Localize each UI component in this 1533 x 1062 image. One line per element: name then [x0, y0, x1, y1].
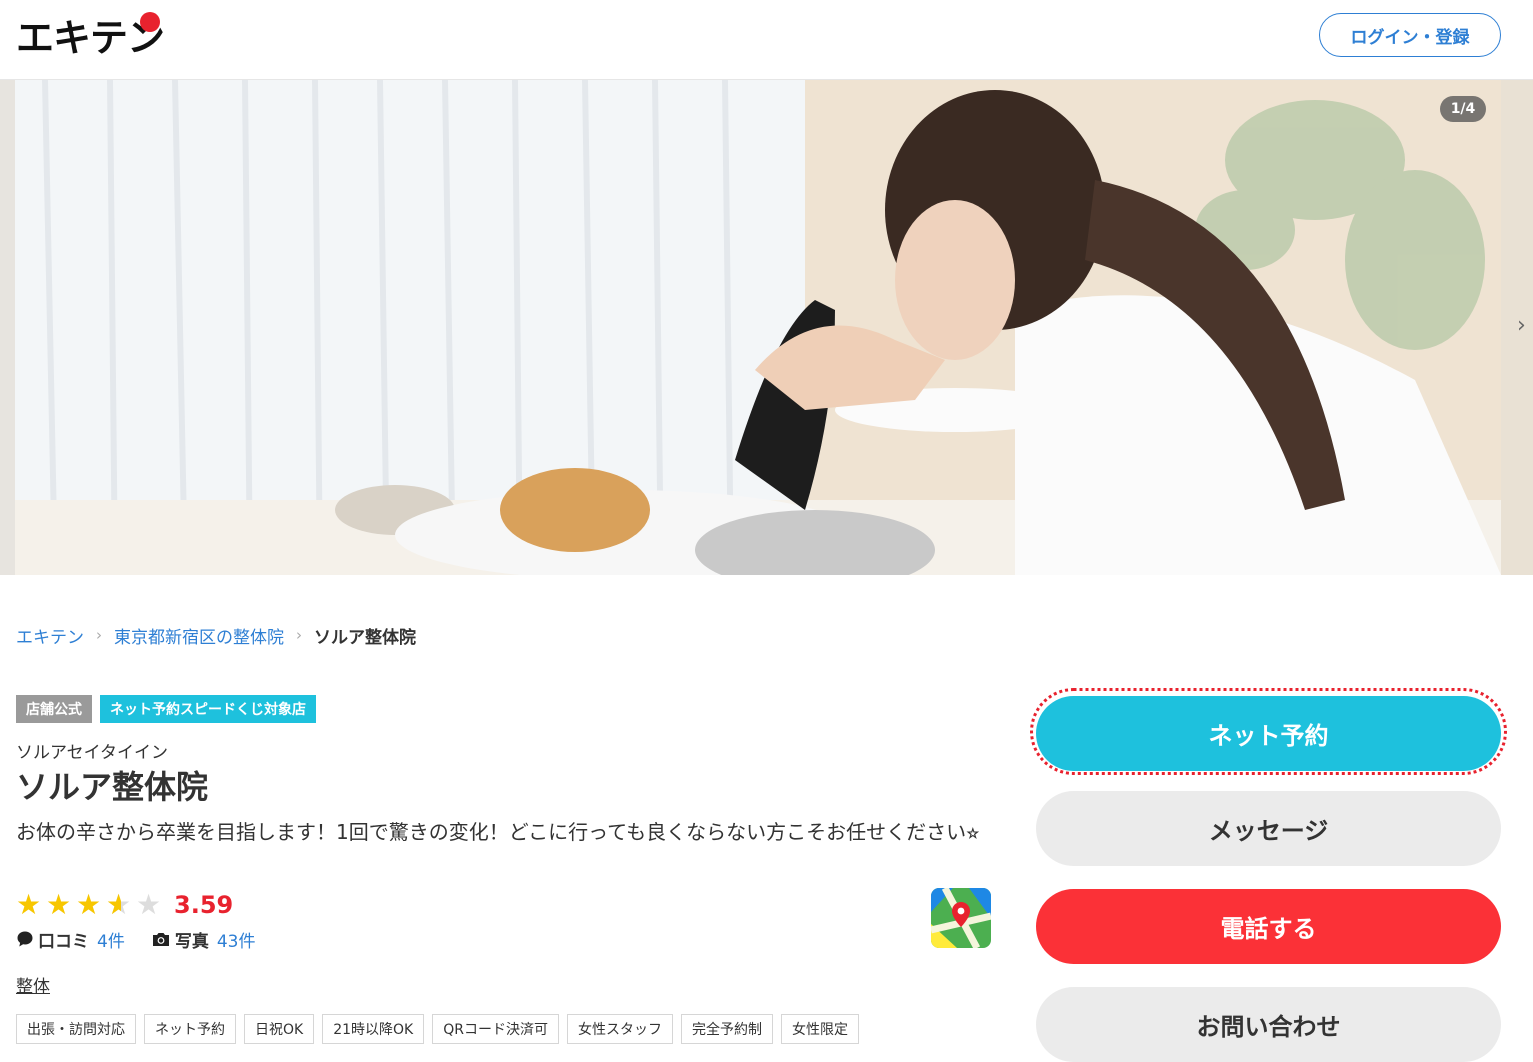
prev-photo-peek	[0, 80, 15, 575]
star-empty-icon: ★	[136, 888, 162, 921]
hero-photo-carousel[interactable]: 1/4 ›	[0, 80, 1533, 575]
breadcrumb-home[interactable]: エキテン	[16, 623, 84, 648]
next-photo-arrow-icon[interactable]: ›	[1517, 313, 1526, 338]
page-title: ソルア整体院	[16, 768, 209, 806]
photo-count-label: 写真	[174, 931, 209, 952]
feature-tag: 21時以降OK	[322, 1014, 425, 1044]
official-shop-badge: 店舗公式	[16, 695, 92, 723]
photo-count-link[interactable]: 43件	[217, 927, 256, 952]
site-logo[interactable]: エキテン	[16, 12, 165, 62]
net-reservation-button[interactable]: ネット予約	[1036, 696, 1501, 771]
category-link[interactable]: 整体	[16, 972, 50, 997]
phone-button[interactable]: 電話する	[1036, 889, 1501, 964]
feature-tag: 女性限定	[780, 1014, 859, 1044]
speed-lottery-badge: ネット予約スピードくじ対象店	[100, 695, 316, 723]
shop-badges: 店舗公式 ネット予約スピードくじ対象店	[16, 695, 316, 723]
feature-tag: 完全予約制	[680, 1014, 773, 1044]
inquiry-button[interactable]: お問い合わせ	[1036, 987, 1501, 1062]
breadcrumb-current: ソルア整体院	[314, 627, 416, 648]
breadcrumb-separator-icon: ›	[96, 626, 102, 644]
feature-tag: QRコード決済可	[432, 1014, 559, 1044]
login-register-button[interactable]: ログイン・登録	[1319, 13, 1501, 57]
speech-bubble-icon	[17, 931, 33, 947]
photo-count: 写真 43件	[151, 927, 256, 952]
logo-dot-icon	[140, 12, 160, 32]
breadcrumb: エキテン › 東京都新宿区の整体院 › ソルア整体院	[16, 622, 416, 648]
breadcrumb-separator-icon: ›	[296, 626, 302, 644]
review-count-link[interactable]: 4件	[97, 927, 125, 952]
rating: ★ ★ ★ ★ ★ 3.59	[16, 888, 233, 922]
hero-photo	[15, 80, 1501, 575]
message-button[interactable]: メッセージ	[1036, 791, 1501, 866]
camera-icon	[152, 933, 169, 946]
rating-score: 3.59	[174, 891, 234, 919]
feature-tag: 日祝OK	[244, 1014, 315, 1044]
photo-counter: 1/4	[1440, 96, 1486, 122]
star-half-icon: ★	[106, 888, 136, 922]
star-full-icon: ★	[16, 888, 42, 921]
feature-tag: 出張・訪問対応	[16, 1014, 136, 1044]
map-pin-icon	[931, 888, 991, 948]
star-full-icon: ★	[46, 888, 72, 921]
map-icon[interactable]	[931, 888, 991, 948]
feature-tag: ネット予約	[144, 1014, 236, 1044]
clinic-treatment-photo	[15, 80, 1501, 575]
star-full-icon: ★	[76, 888, 102, 921]
breadcrumb-area-category[interactable]: 東京都新宿区の整体院	[114, 623, 284, 648]
review-count: 口コミ 4件	[16, 927, 125, 952]
review-photo-counts: 口コミ 4件 写真 43件	[16, 926, 281, 952]
star-rating: ★ ★ ★ ★ ★	[16, 888, 166, 922]
feature-tags: 出張・訪問対応 ネット予約 日祝OK 21時以降OK QRコード決済可 女性スタ…	[16, 1014, 859, 1044]
shop-catchphrase: お体の辛さから卒業を目指します！1回で驚きの変化！どこに行っても良くならない方こ…	[16, 820, 980, 844]
site-header: エキテン ログイン・登録	[0, 0, 1533, 80]
feature-tag: 女性スタッフ	[566, 1014, 673, 1044]
review-count-label: 口コミ	[38, 931, 89, 952]
shop-name-kana: ソルアセイタイイン	[16, 743, 168, 763]
